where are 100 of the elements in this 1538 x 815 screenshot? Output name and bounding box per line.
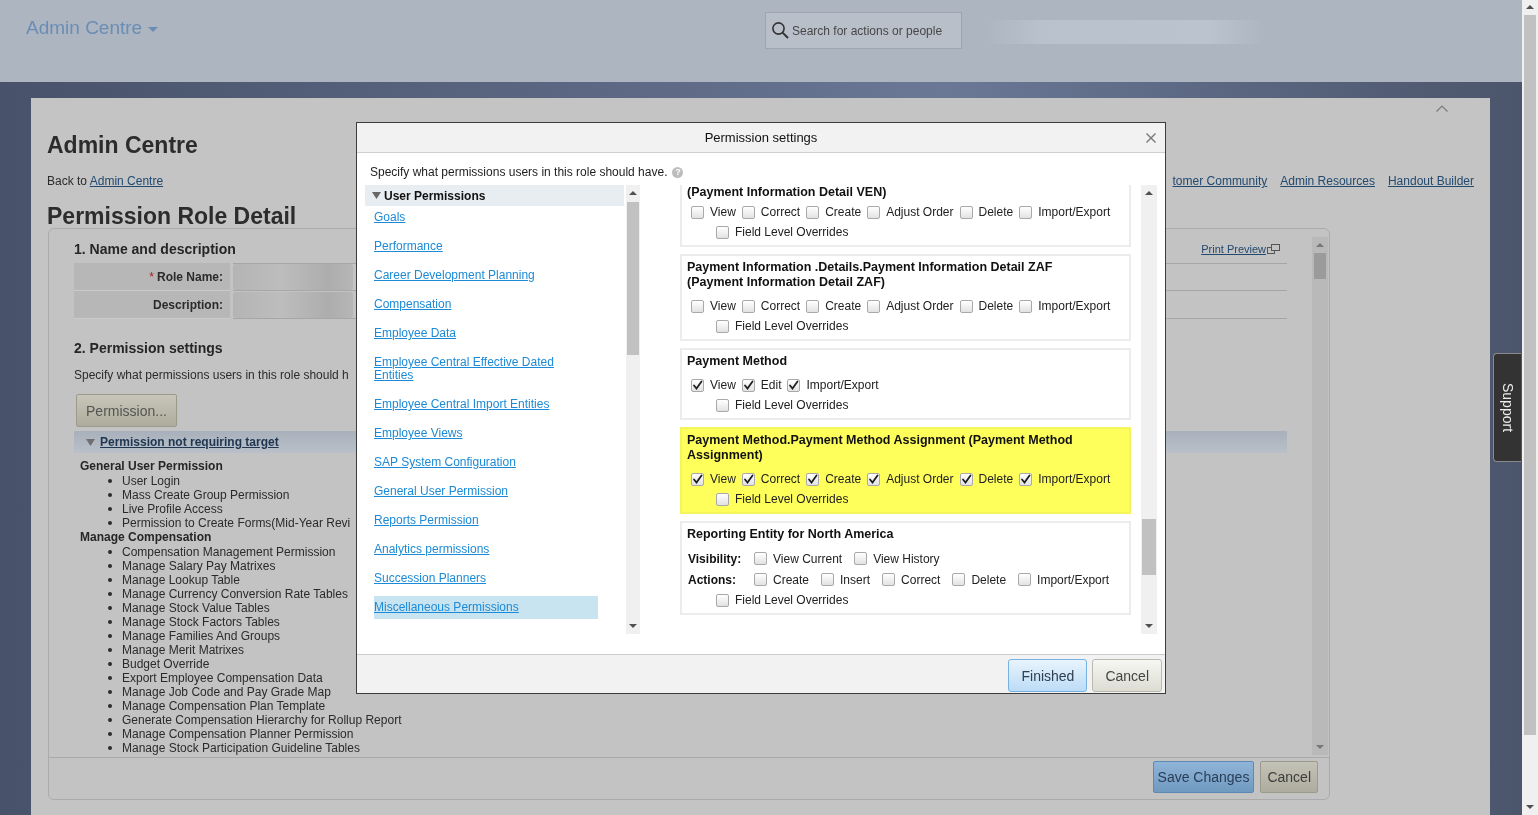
nav-link[interactable]: Analytics permissions	[374, 538, 598, 561]
finished-button[interactable]: Finished	[1008, 659, 1088, 692]
scroll-down-arrow-icon[interactable]	[1145, 624, 1153, 628]
nav-link[interactable]: Employee Data	[374, 322, 598, 345]
checkbox[interactable]	[741, 472, 755, 486]
scrollbar[interactable]	[1522, 0, 1538, 815]
nav-link[interactable]: Performance	[374, 235, 598, 258]
scrollbar[interactable]	[626, 185, 640, 634]
checkbox[interactable]	[691, 378, 704, 392]
checkbox[interactable]	[1018, 573, 1032, 586]
checkbox[interactable]	[741, 299, 755, 313]
checkbox[interactable]	[882, 573, 896, 586]
checkbox[interactable]	[787, 378, 801, 392]
scroll-up-arrow-icon[interactable]	[629, 191, 637, 195]
checkbox-label: Field Level Overrides	[735, 593, 849, 607]
nav-link[interactable]: Employee Views	[374, 422, 598, 445]
checkbox[interactable]	[867, 205, 881, 219]
chevron-up-icon[interactable]	[1436, 105, 1448, 112]
checkbox[interactable]	[1019, 205, 1033, 219]
section-title: Payment Method.Payment Method Assignment (Payment Method Assignment)	[687, 433, 1074, 463]
nav-link[interactable]: Reports Permission	[374, 509, 598, 532]
checkbox[interactable]	[806, 472, 820, 486]
scroll-down-arrow-icon[interactable]	[1526, 805, 1534, 809]
nav-link[interactable]: Employee Central Effective Dated Entities	[374, 351, 598, 387]
nav-link[interactable]: Miscellaneous Permissions	[374, 596, 598, 619]
field-label: Role Name:	[156, 269, 223, 284]
triangle-icon[interactable]	[372, 192, 381, 199]
checkbox[interactable]	[867, 472, 881, 486]
nav-link[interactable]: SAP System Configuration	[374, 451, 598, 474]
checkbox[interactable]	[741, 205, 755, 219]
bullet-icon	[108, 634, 112, 638]
checkbox[interactable]	[854, 552, 868, 565]
permission-button[interactable]: Permission...	[76, 394, 177, 427]
checkbox[interactable]	[806, 205, 820, 219]
checkbox-label: Adjust Order	[886, 472, 954, 486]
popup-window-icon	[1267, 244, 1280, 254]
checkbox[interactable]	[806, 299, 820, 313]
cancel-button[interactable]: Cancel	[1092, 659, 1162, 692]
scroll-up-arrow-icon[interactable]	[1526, 5, 1534, 9]
list-item: Manage Merit Matrixes	[122, 643, 245, 657]
checkbox-label: Edit	[760, 378, 782, 392]
back-link[interactable]: Admin Centre	[89, 174, 164, 188]
list-item: Manage Compensation Plan Template	[122, 699, 326, 713]
scroll-up-arrow-icon[interactable]	[1145, 191, 1153, 195]
checkbox[interactable]	[716, 398, 729, 412]
checkbox[interactable]	[691, 205, 704, 219]
close-icon[interactable]	[1146, 132, 1156, 143]
save-changes-button[interactable]: Save Changes	[1152, 761, 1255, 793]
checkbox[interactable]	[1019, 472, 1033, 486]
checkbox[interactable]	[716, 319, 729, 333]
nav-link[interactable]: Career Development Planning	[374, 264, 598, 287]
scrollbar[interactable]	[1312, 237, 1328, 755]
nav-link[interactable]: Succession Planners	[374, 567, 598, 590]
search-field[interactable]: Search for actions or people	[765, 12, 962, 49]
header-link[interactable]: tomer Community	[1172, 174, 1268, 188]
header-link[interactable]: Admin Resources	[1280, 174, 1375, 188]
checkbox[interactable]	[959, 205, 973, 219]
checkbox[interactable]	[691, 299, 704, 313]
nav-link[interactable]: General User Permission	[374, 480, 598, 503]
checkbox[interactable]	[959, 299, 973, 313]
nav-group-header[interactable]: User Permissions	[365, 185, 624, 206]
print-preview-link[interactable]: Print Preview	[1201, 243, 1280, 255]
checkbox[interactable]	[691, 472, 704, 486]
checkbox[interactable]	[741, 378, 755, 392]
scroll-down-arrow-icon[interactable]	[629, 624, 637, 628]
checkbox[interactable]	[867, 299, 881, 313]
nav-link[interactable]: Employee Central Import Entities	[374, 393, 598, 416]
list-item: Manage Currency Conversion Rate Tables	[122, 587, 348, 601]
header-link[interactable]: Handout Builder	[1387, 174, 1474, 188]
nav-link[interactable]: Compensation	[374, 293, 598, 316]
bullet-icon	[108, 718, 112, 722]
list-item: User Login	[122, 474, 181, 488]
scrollbar-thumb[interactable]	[1314, 253, 1326, 279]
checkbox[interactable]	[821, 573, 835, 586]
scrollbar-thumb[interactable]	[1142, 519, 1156, 575]
nav-link[interactable]: Goals	[374, 206, 598, 229]
field-label: Description:	[153, 297, 223, 312]
group-link[interactable]: Permission not requiring target	[100, 435, 279, 449]
checkbox-label: Create	[825, 472, 862, 486]
bullet-icon	[108, 746, 112, 750]
checkbox[interactable]	[716, 225, 729, 239]
checkbox-label: Delete	[978, 472, 1014, 486]
checkbox[interactable]	[1019, 299, 1033, 313]
checkbox[interactable]	[959, 472, 973, 486]
support-tab[interactable]: Support	[1493, 353, 1521, 462]
scrollbar-thumb[interactable]	[627, 202, 639, 355]
bullet-icon	[108, 676, 112, 680]
checkbox[interactable]	[754, 552, 767, 565]
list-item: Budget Override	[122, 657, 210, 671]
checkbox-label: View	[710, 472, 736, 486]
scrollbar[interactable]	[1141, 185, 1157, 634]
checkbox[interactable]	[754, 573, 767, 586]
cancel-button[interactable]: Cancel	[1260, 761, 1318, 793]
bullet-icon	[108, 690, 112, 694]
checkbox[interactable]	[716, 593, 729, 607]
scrollbar-thumb[interactable]	[1524, 15, 1536, 735]
triangle-icon[interactable]	[86, 438, 95, 446]
checkbox[interactable]	[716, 492, 729, 506]
checkbox[interactable]	[952, 573, 966, 586]
bullet-icon	[108, 704, 112, 708]
